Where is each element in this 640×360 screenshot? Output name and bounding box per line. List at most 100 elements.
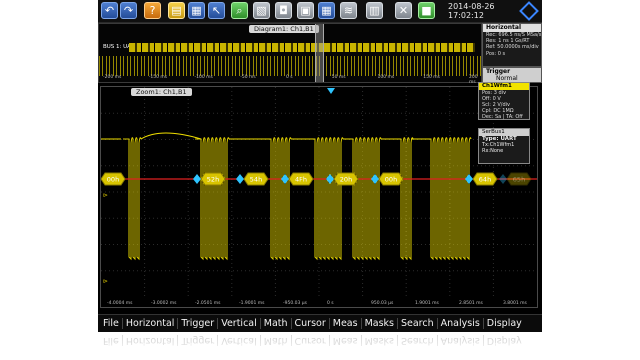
- time-text: 17:02:12: [448, 11, 484, 20]
- serial-bus-panel[interactable]: SerBus1 Type: UART Tx:Ch1Wfm1 Rx:None: [478, 128, 530, 164]
- waveform-burst: [309, 137, 344, 261]
- menu-item-file[interactable]: File: [100, 318, 122, 329]
- menu-reflection-item: Masks: [360, 335, 397, 347]
- decode-start-marker: [236, 174, 244, 184]
- waveform-burst: [195, 137, 230, 261]
- decode-start-marker: [371, 174, 379, 184]
- menu-item-trigger[interactable]: Trigger: [177, 318, 217, 329]
- decode-label: 4Fh: [295, 176, 307, 184]
- horizontal-line: Pos: 0 s: [486, 50, 506, 57]
- save-icon[interactable]: ▦: [318, 2, 335, 19]
- menu-item-search[interactable]: Search: [396, 318, 437, 329]
- camera-icon[interactable]: ◘: [275, 2, 292, 19]
- zoom-axis-tick: 2.8501 ms: [459, 300, 484, 306]
- channel-info-panel[interactable]: Ch1Wfm1 Pos: 3 div Off: 0 V Scl: 2 V/div…: [478, 82, 530, 120]
- zoom-axis-tick: -1.9001 ms: [239, 300, 265, 306]
- menu-reflection-item: Meas: [328, 335, 361, 347]
- menu-item-masks[interactable]: Masks: [360, 318, 397, 329]
- trigger-title: Trigger Normal: [483, 68, 541, 82]
- toolbar: ↶ ↷? ▤ ▦ ↖ ⌕ ▧ ◘ ▣ ▦ ≋ ▥ ✕ ■ 2014-08-26 17:02:12: [98, 0, 542, 23]
- zoom-axis-tick: 950.03 µs: [371, 300, 394, 306]
- bus-decode-strip: [129, 43, 475, 52]
- menu-reflection-item: Math: [259, 335, 291, 347]
- menu-reflection-item: Search: [396, 335, 437, 347]
- menu-reflection-item: Cursor: [290, 335, 329, 347]
- decode-start-marker: [465, 174, 473, 184]
- menu-item-display[interactable]: Display: [482, 318, 525, 329]
- horizontal-info-panel[interactable]: Horizontal Rec: 696.5 ns/S MSa/s Res: 1 …: [482, 23, 542, 67]
- diagram-time-axis: -200 ms -150 ms -100 ms -50 ms 0 s 50 ms 100 m…: [99, 74, 481, 85]
- trigger-mode: Normal: [496, 75, 518, 82]
- decode-start-marker: [499, 174, 507, 184]
- menu-item-meas[interactable]: Meas: [328, 318, 361, 329]
- pointer-icon[interactable]: ↖: [208, 2, 225, 19]
- trigger-label: Trigger: [486, 68, 511, 75]
- copy-icon[interactable]: ▥: [366, 2, 383, 19]
- trigger-position-marker[interactable]: [327, 88, 335, 94]
- waveform-burst: [265, 137, 292, 261]
- open-folder-icon[interactable]: ▤: [168, 2, 185, 19]
- undo-icon[interactable]: ↶: [101, 2, 118, 19]
- zoom-title: Zoom1: Ch1,B1: [131, 88, 192, 96]
- menu-item-horizontal[interactable]: Horizontal: [121, 318, 178, 329]
- zoom-axis-tick: -3.0002 ms: [151, 300, 177, 306]
- zoom-diagram[interactable]: 00h 52h 54h 4Fh 20h 00h 64h 65h ⊳ ⊳ -4.0004 ms -3.0…: [100, 86, 538, 308]
- decode-label: 20h: [340, 176, 352, 184]
- waveform-icon[interactable]: ≋: [340, 2, 357, 19]
- horizontal-line: Ref: 50.0000s ms/div: [486, 44, 539, 51]
- zoom-grid: 00h 52h 54h 4Fh 20h 00h 64h 65h ⊳ ⊳ -4.0004 ms -3.0…: [101, 87, 537, 306]
- diagram-axis-tick: -200 ms: [103, 75, 122, 80]
- grid-layout-icon[interactable]: ▦: [188, 2, 205, 19]
- waveform-burst: [425, 137, 472, 261]
- menu-item-cursor[interactable]: Cursor: [290, 318, 329, 329]
- date-text: 2014-08-26: [448, 2, 495, 11]
- menu-reflection-item: Display: [482, 335, 525, 347]
- zoom-axis-tick: -950.03 µs: [283, 300, 308, 306]
- serbus-line: Rx:None: [482, 148, 504, 154]
- help-icon[interactable]: ?: [144, 2, 161, 19]
- diagram-axis-tick: -50 ms: [240, 75, 256, 80]
- menu-item-vertical[interactable]: Vertical: [217, 318, 260, 329]
- diagram-overview[interactable]: Diagram1: Ch1,B1 BUS 1: UART -200 ms -150…: [98, 23, 482, 85]
- waveform-segment: [140, 132, 202, 140]
- channel-line: Dec: Sa | TA: Off: [482, 114, 523, 120]
- zoom-axis-tick: 3.8001 ms: [503, 300, 528, 306]
- menu-reflection: File Horizontal Trigger Vertical Math Cursor M…: [98, 332, 542, 360]
- channel-title: Ch1Wfm1: [479, 83, 529, 90]
- redo-icon[interactable]: ↷: [120, 2, 137, 19]
- decode-label: 64h: [479, 176, 491, 184]
- overview-waveform: [99, 56, 481, 76]
- diagram-axis-tick: 0 s: [286, 75, 293, 80]
- delete-icon[interactable]: ✕: [395, 2, 412, 19]
- bus-level-marker: ⊳: [103, 278, 108, 285]
- measure-icon[interactable]: ▧: [253, 2, 270, 19]
- channel-level-marker: ⊳: [103, 192, 108, 199]
- menu-reflection-item: File: [103, 335, 119, 347]
- menu-reflection-item: Analysis: [436, 335, 483, 347]
- date-time-display: 2014-08-26 17:02:12: [448, 2, 528, 20]
- serbus-title: SerBus1: [479, 129, 529, 136]
- diagram-axis-tick: 100 ms: [377, 75, 395, 80]
- menu-reflection-item: Horizontal: [121, 335, 178, 347]
- menu-item-analysis[interactable]: Analysis: [436, 318, 483, 329]
- decode-label: 65h: [513, 176, 525, 184]
- decode-start-marker: [193, 174, 201, 184]
- decode-label: 52h: [207, 176, 219, 184]
- menu-reflection-item: Trigger: [177, 335, 218, 347]
- decode-start-marker: [281, 174, 289, 184]
- menu-reflection-item: Vertical: [217, 335, 260, 347]
- horizontal-title: Horizontal: [483, 24, 541, 32]
- overlay-icon[interactable]: ▣: [297, 2, 314, 19]
- trigger-info-panel[interactable]: Trigger Normal A: Start bit: B1: [482, 67, 542, 88]
- zoom-axis-tick: 0 s: [327, 300, 334, 306]
- diagram-axis-tick: -150 ms: [148, 75, 168, 80]
- diagram-axis-tick: 150 ms: [423, 75, 440, 80]
- oscilloscope-screen: ↶ ↷? ▤ ▦ ↖ ⌕ ▧ ◘ ▣ ▦ ≋ ▥ ✕ ■ 2014-08-26 17:02:12 Diagra…: [98, 0, 542, 332]
- menu-item-math[interactable]: Math: [259, 318, 291, 329]
- zoom-icon[interactable]: ⌕: [231, 2, 248, 19]
- decode-label: 00h: [107, 176, 119, 184]
- zoom-axis-tick: 1.9001 ms: [415, 300, 440, 306]
- run-stop-icon[interactable]: ■: [418, 2, 435, 19]
- diagram-axis-tick: -100 ms: [194, 75, 213, 80]
- zoom-axis-tick: -4.0004 ms: [107, 300, 133, 306]
